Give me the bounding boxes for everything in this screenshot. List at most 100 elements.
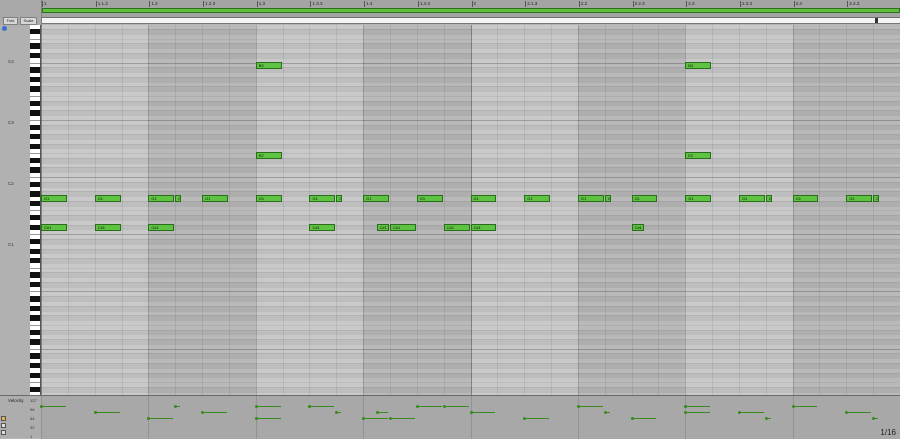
midi-note[interactable]: G1 [202, 195, 228, 203]
midi-note[interactable]: B3 [685, 61, 712, 69]
black-key[interactable] [30, 110, 40, 116]
velocity-lane[interactable] [40, 396, 900, 439]
velocity-handle[interactable] [335, 411, 339, 414]
black-key[interactable] [30, 167, 40, 173]
black-key[interactable] [30, 143, 40, 149]
black-key[interactable] [30, 86, 40, 92]
midi-note[interactable]: G [175, 195, 182, 203]
midi-note[interactable]: C#1 [41, 223, 67, 231]
velocity-handle[interactable] [764, 417, 768, 420]
piano-keyboard[interactable] [30, 25, 41, 395]
midi-note[interactable]: E2 [685, 152, 712, 160]
midi-note[interactable]: G1 [416, 195, 443, 203]
black-key[interactable] [30, 329, 40, 335]
velocity-handle[interactable] [576, 405, 580, 408]
midi-note[interactable]: G1 [631, 195, 658, 203]
black-key[interactable] [30, 67, 40, 73]
midi-note[interactable]: G1 [524, 195, 551, 203]
midi-note[interactable]: G1 [846, 195, 873, 203]
velocity-handle[interactable] [630, 417, 634, 420]
black-key[interactable] [30, 43, 40, 49]
midi-note[interactable]: G1 [309, 195, 336, 203]
midi-note[interactable]: G [765, 195, 772, 203]
velocity-handle[interactable] [362, 417, 366, 420]
midi-note[interactable]: C#1 [148, 223, 175, 231]
velocity-handle[interactable] [523, 417, 527, 420]
velocity-handle[interactable] [442, 405, 446, 408]
midi-note[interactable]: G [604, 195, 611, 203]
velocity-handle[interactable] [308, 405, 312, 408]
velocity-handle[interactable] [684, 405, 688, 408]
velocity-handle[interactable] [872, 417, 876, 420]
black-key[interactable] [30, 181, 40, 188]
midi-note[interactable]: C#1 [470, 223, 497, 231]
black-key[interactable] [30, 76, 40, 83]
black-key[interactable] [30, 353, 40, 359]
beat-ruler[interactable]: 1 1.1.3 1.2 1.2.3 1.3 1.3.3 1.4 1.4.3 2 2.1.3 2.2 2… [42, 0, 900, 18]
velocity-handle[interactable] [40, 405, 43, 408]
grid-quantization[interactable]: 1/16 [880, 428, 896, 437]
horizontal-scrollbar[interactable] [42, 18, 900, 24]
midi-note[interactable]: G [873, 195, 880, 203]
midi-note[interactable]: G1 [577, 195, 604, 203]
midi-note[interactable]: G1 [792, 195, 819, 203]
fold-button[interactable]: Fold [3, 17, 18, 25]
velocity-handle[interactable] [375, 411, 379, 414]
velocity-handle[interactable] [415, 405, 419, 408]
black-key[interactable] [30, 386, 40, 393]
velocity-handle[interactable] [147, 417, 151, 420]
scale-button[interactable]: Scale [20, 17, 37, 25]
velocity-handle[interactable] [201, 411, 205, 414]
velocity-handle[interactable] [254, 417, 258, 420]
black-key[interactable] [30, 100, 40, 107]
midi-note[interactable]: G1 [255, 195, 282, 203]
midi-note[interactable]: C#1 [443, 223, 470, 231]
midi-note[interactable]: G1 [148, 195, 175, 203]
black-key[interactable] [30, 215, 40, 221]
black-key[interactable] [30, 124, 40, 130]
black-key[interactable] [30, 134, 40, 140]
black-key[interactable] [30, 238, 40, 245]
black-key[interactable] [30, 52, 40, 59]
preview-icon[interactable] [1, 430, 6, 435]
midi-note[interactable]: G1 [685, 195, 712, 203]
velocity-handle[interactable] [737, 411, 741, 414]
scroll-handle[interactable] [875, 18, 878, 23]
velocity-handle[interactable] [845, 411, 849, 414]
velocity-handle[interactable] [93, 411, 97, 414]
midi-note[interactable]: B3 [255, 61, 282, 69]
velocity-handle[interactable] [791, 405, 795, 408]
lock-icon[interactable] [1, 416, 6, 421]
velocity-handle[interactable] [174, 405, 178, 408]
midi-note[interactable]: C#1 [631, 223, 644, 231]
black-key[interactable] [30, 281, 40, 288]
midi-note[interactable]: G1 [470, 195, 497, 203]
midi-note[interactable]: G1 [363, 195, 389, 203]
black-key[interactable] [30, 363, 40, 369]
info-icon[interactable] [2, 26, 7, 31]
black-key[interactable] [30, 248, 40, 254]
midi-note[interactable]: C#1 [376, 223, 389, 231]
midi-note[interactable]: E2 [255, 152, 282, 160]
black-key[interactable] [30, 339, 40, 345]
black-key[interactable] [30, 200, 40, 207]
black-key[interactable] [30, 258, 40, 264]
black-key[interactable] [30, 29, 40, 35]
midi-note[interactable]: C#1 [309, 223, 336, 231]
velocity-handle[interactable] [254, 405, 258, 408]
midi-note[interactable]: G1 [41, 195, 67, 203]
black-key[interactable] [30, 305, 40, 312]
black-key[interactable] [30, 224, 40, 231]
velocity-handle[interactable] [469, 411, 473, 414]
velocity-handle[interactable] [388, 417, 392, 420]
midi-note[interactable]: C#1 [389, 223, 416, 231]
note-editor-grid[interactable]: C#1 C#1 C#1 C#1 C#1 C#1 C#1 C#1 C#1 G1 G1 G1 G G1 G1 G1… [41, 25, 900, 395]
black-key[interactable] [30, 315, 40, 321]
draw-mode-icon[interactable] [1, 423, 6, 428]
loop-brace[interactable] [42, 8, 900, 13]
midi-note[interactable]: G1 [94, 195, 121, 203]
black-key[interactable] [30, 296, 40, 302]
black-key[interactable] [30, 157, 40, 164]
black-key[interactable] [30, 272, 40, 278]
midi-note[interactable]: G [336, 195, 343, 203]
